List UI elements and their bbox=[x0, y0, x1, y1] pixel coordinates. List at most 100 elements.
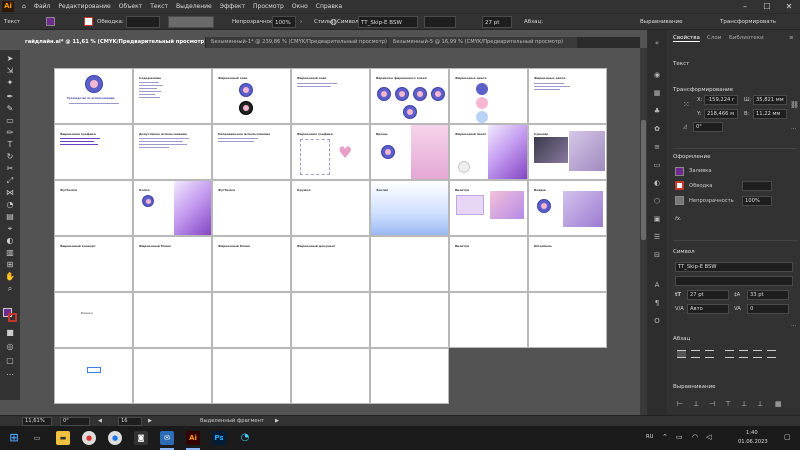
pencil-tool-icon[interactable]: ✏ bbox=[4, 128, 16, 138]
graphic-styles-panel-icon[interactable]: ▣ bbox=[652, 214, 662, 224]
artboard-blank[interactable] bbox=[212, 348, 291, 404]
artboard-selected[interactable] bbox=[54, 348, 133, 404]
chevron-right-icon[interactable]: › bbox=[300, 16, 302, 28]
maximize-icon[interactable]: ☐ bbox=[756, 0, 778, 13]
align-center-icon[interactable] bbox=[691, 350, 700, 358]
opentype-panel-icon[interactable]: O bbox=[652, 316, 662, 326]
font-size-field[interactable]: 27 pt bbox=[687, 290, 729, 300]
artboard-stamp[interactable]: Штемпель bbox=[528, 236, 607, 292]
y-field[interactable]: 218,466 м bbox=[704, 109, 738, 119]
type-tool-icon[interactable]: T bbox=[4, 140, 16, 150]
font-family-field[interactable]: TT_Skip-E BSW bbox=[675, 262, 793, 272]
eyedropper-tool-icon[interactable]: ⌖ bbox=[4, 224, 16, 234]
color-mode-icon[interactable]: ■ bbox=[4, 328, 16, 338]
opacity-field[interactable]: 100% bbox=[272, 16, 296, 28]
artboard-souvenir[interactable]: Сувенир bbox=[528, 124, 607, 180]
justify-center-icon[interactable] bbox=[739, 350, 748, 358]
artboard-brand-mark[interactable]: Фирменный знак bbox=[212, 68, 291, 124]
artboard-graphics[interactable]: Фирменная графика bbox=[54, 124, 133, 180]
artboard-blank[interactable] bbox=[528, 292, 607, 348]
zoom-tool-icon[interactable]: ⌕ bbox=[4, 284, 16, 294]
artboard-mark-variants[interactable]: Варианты фирменного знака bbox=[370, 68, 449, 124]
camera-app-icon[interactable]: ◙ bbox=[134, 431, 148, 445]
align-to-icon[interactable]: ▦ bbox=[775, 400, 782, 408]
rotation-field[interactable]: 0° bbox=[60, 417, 90, 426]
font-size-field[interactable]: 27 pt bbox=[482, 16, 512, 28]
stroke-panel-icon[interactable]: ≡ bbox=[652, 142, 662, 152]
character-panel-icon[interactable]: A bbox=[652, 280, 662, 290]
transform-link[interactable]: Трансформировать bbox=[720, 16, 776, 28]
menu-window[interactable]: Окно bbox=[288, 3, 312, 10]
illustrator-taskbar-icon[interactable]: Ai bbox=[186, 431, 200, 445]
artboard-blank[interactable] bbox=[133, 292, 212, 348]
artboard-badge[interactable]: Бейдж bbox=[528, 180, 607, 236]
file-explorer-icon[interactable]: ▬ bbox=[56, 431, 70, 445]
mail-app-icon[interactable]: ✉ bbox=[160, 431, 174, 445]
stroke-weight-field[interactable] bbox=[126, 16, 160, 28]
kerning-field[interactable]: Авто bbox=[687, 304, 729, 314]
menu-object[interactable]: Объект bbox=[115, 3, 146, 10]
layers-panel-icon[interactable]: ☰ bbox=[652, 232, 662, 242]
x-field[interactable]: -159,224 г bbox=[704, 95, 738, 105]
stroke-color-swatch[interactable] bbox=[675, 181, 684, 190]
screen-mode-icon[interactable]: ▢ bbox=[4, 356, 16, 366]
panel-collapse-icon[interactable]: « bbox=[652, 38, 662, 48]
notification-icon[interactable]: ▢ bbox=[784, 433, 791, 441]
tray-chevron-icon[interactable]: ⌃ bbox=[662, 433, 668, 441]
appearance-panel-icon[interactable]: ⬡ bbox=[652, 196, 662, 206]
blend-tool-icon[interactable]: ◐ bbox=[4, 236, 16, 246]
menu-type[interactable]: Текст bbox=[146, 3, 172, 10]
align-link[interactable]: Выравнивание bbox=[640, 16, 683, 28]
artboard-forms[interactable]: Бланки bbox=[54, 292, 133, 348]
minimize-icon[interactable]: – bbox=[734, 0, 756, 13]
canvas[interactable]: Руководство по использованию Содержание … bbox=[20, 48, 640, 415]
edge-taskbar-icon[interactable]: ◔ bbox=[238, 431, 252, 445]
justify-all-icon[interactable] bbox=[767, 350, 776, 358]
width-tool-icon[interactable]: ⋈ bbox=[4, 188, 16, 198]
more-tools-icon[interactable]: ⋯ bbox=[4, 370, 16, 380]
photoshop-taskbar-icon[interactable]: Ps bbox=[212, 431, 226, 445]
tab-layers[interactable]: Слои bbox=[707, 35, 721, 41]
link-icon[interactable]: ⛓ bbox=[790, 101, 799, 109]
home-icon[interactable]: ⌂ bbox=[18, 3, 30, 10]
angle-field[interactable]: 0° bbox=[693, 122, 723, 132]
artboard-cover[interactable]: Руководство по использованию bbox=[54, 68, 133, 124]
justify-left-icon[interactable] bbox=[725, 350, 734, 358]
scale-tool-icon[interactable]: ⤢ bbox=[4, 176, 16, 186]
task-view-icon[interactable]: ▭ bbox=[30, 431, 44, 445]
artboard-letterhead[interactable]: Фирменный бланк bbox=[133, 236, 212, 292]
artboard-brand-mark-2[interactable]: Фирменный знак bbox=[291, 68, 370, 124]
volume-icon[interactable]: ◁ bbox=[706, 433, 711, 441]
scrollbar-thumb[interactable] bbox=[641, 120, 646, 240]
shape-builder-tool-icon[interactable]: ◔ bbox=[4, 200, 16, 210]
align-bottom-edges-icon[interactable]: ⊥ bbox=[757, 400, 763, 408]
menu-file[interactable]: Файл bbox=[30, 3, 55, 10]
brushes-panel-icon[interactable]: ♣ bbox=[652, 106, 662, 116]
artboard-mug[interactable]: Кружка bbox=[291, 180, 370, 236]
justify-right-icon[interactable] bbox=[753, 350, 762, 358]
tab-libraries[interactable]: Библиотеки bbox=[729, 35, 764, 41]
fx-button[interactable]: fx. bbox=[675, 216, 682, 222]
chrome-profile-icon[interactable]: ● bbox=[108, 431, 122, 445]
swatches-panel-icon[interactable]: ▦ bbox=[652, 88, 662, 98]
artboard-graphics-2[interactable]: Фирменная графика ♥ bbox=[291, 124, 370, 180]
artboard-tshirt[interactable]: Футболка bbox=[54, 180, 133, 236]
artboards-panel-icon[interactable]: ⊟ bbox=[652, 250, 662, 260]
selection-box[interactable] bbox=[87, 367, 101, 373]
tab-properties[interactable]: Свойства bbox=[673, 35, 700, 42]
tab-untitled-1[interactable]: Безымянный-1* @ 239,86 % (CMYK/Предварит… bbox=[206, 37, 388, 48]
menu-edit[interactable]: Редактирование bbox=[54, 3, 114, 10]
reference-point-icon[interactable]: ⁙ bbox=[683, 100, 690, 109]
tracking-field[interactable]: 0 bbox=[747, 304, 789, 314]
tab-untitled-5[interactable]: Безымянный-5 @ 16,99 % (CMYK/Предварител… bbox=[388, 37, 578, 48]
zoom-field[interactable]: 11,61% bbox=[22, 417, 52, 426]
clock-date[interactable]: 01.06.2023 bbox=[738, 439, 768, 445]
artboard-blank[interactable] bbox=[212, 292, 291, 348]
illustrator-logo-icon[interactable]: Ai bbox=[2, 1, 14, 12]
graph-tool-icon[interactable]: ▥ bbox=[4, 248, 16, 258]
artboard-envelope[interactable]: Фирменный конверт bbox=[54, 236, 133, 292]
artboard-letterhead-2[interactable]: Фирменный бланк bbox=[212, 236, 291, 292]
panel-menu-icon[interactable]: ≡ bbox=[789, 35, 794, 41]
status-menu-icon[interactable]: ▶ bbox=[275, 418, 279, 424]
artboard-blank[interactable] bbox=[291, 292, 370, 348]
